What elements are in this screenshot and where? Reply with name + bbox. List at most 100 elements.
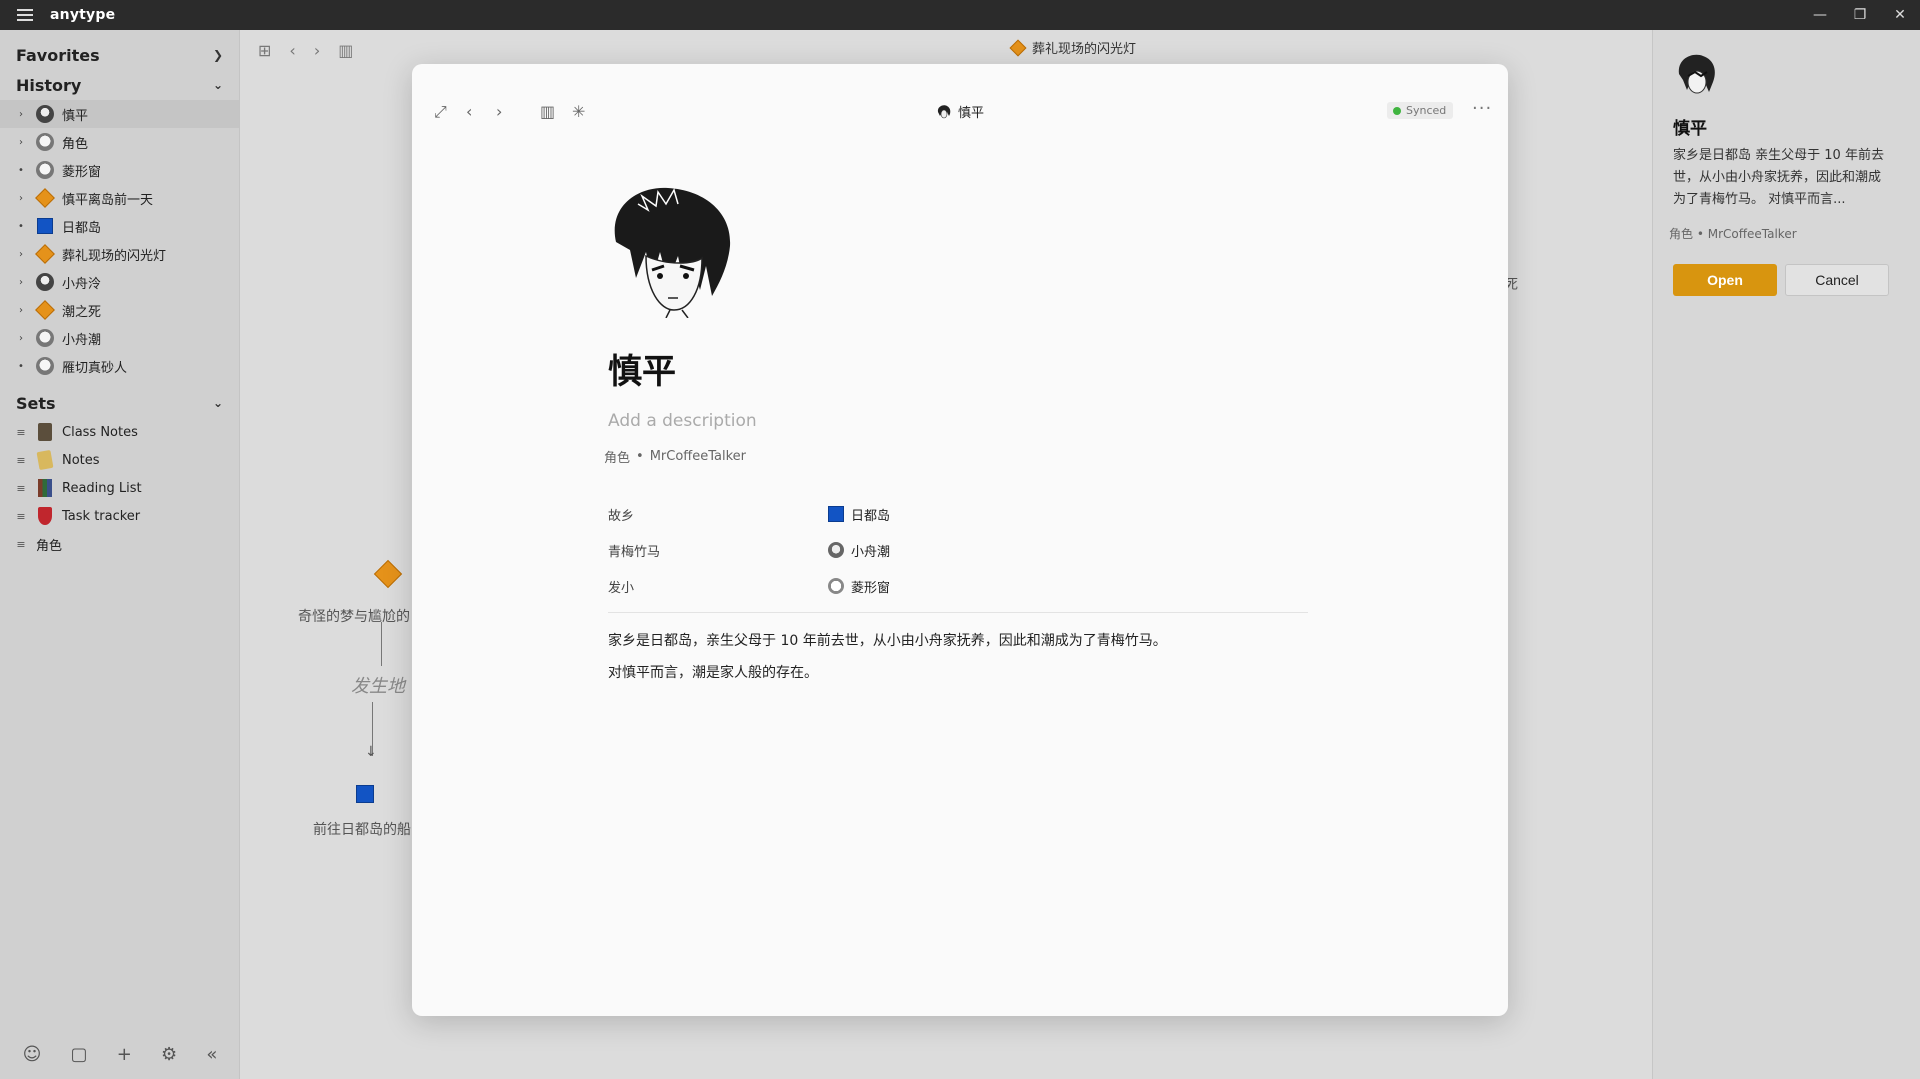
graph-edge-label: 发生地 xyxy=(351,676,405,697)
set-item-label: 角色 xyxy=(36,538,63,554)
toggle-icon[interactable]: › xyxy=(14,109,28,120)
graph-node-label: 前往日都岛的船 xyxy=(313,822,411,838)
relation-key: 故乡 xyxy=(608,508,635,524)
sidebar: Favorites ❯ History ⌄ › 慎平 › 角色 • 菱形窗 › 慎平离岛… xyxy=(0,30,240,1079)
note-icon xyxy=(36,449,54,471)
body-paragraph[interactable]: 家乡是日都岛，亲生父母于 10 年前去世，从小由小舟家抚养，因此和潮成为了青梅竹… xyxy=(608,625,1308,657)
graph-node-label: 奇怪的梦与尴尬的 xyxy=(298,609,410,625)
history-item[interactable]: › 小舟泠 xyxy=(0,268,239,296)
separator-dot: • xyxy=(636,449,644,464)
avatar-icon xyxy=(36,329,54,347)
bullet-icon: • xyxy=(18,360,24,372)
history-item[interactable]: • 日都岛 xyxy=(0,212,239,240)
history-item[interactable]: • 雁切真砂人 xyxy=(0,352,239,380)
preview-panel: 慎平 家乡是日都岛 亲生父母于 10 年前去世，从小由小舟家抚养，因此和潮成为了… xyxy=(1652,30,1920,1079)
history-item[interactable]: › 葬礼现场的闪光灯 xyxy=(0,240,239,268)
graph-node-square[interactable] xyxy=(356,785,374,803)
forward-icon[interactable]: › xyxy=(496,102,502,121)
relation-row[interactable]: 发小 菱形窗 xyxy=(608,568,1308,604)
open-button[interactable]: Open xyxy=(1673,264,1777,296)
set-item[interactable]: ≡ Notes xyxy=(0,446,239,474)
relation-key: 青梅竹马 xyxy=(608,544,661,560)
toggle-icon[interactable]: › xyxy=(14,137,28,148)
diamond-icon xyxy=(35,300,55,320)
relation-row[interactable]: 青梅竹马 小舟潮 xyxy=(608,532,1308,568)
store-icon[interactable]: ▢ xyxy=(71,1044,88,1065)
sidebar-toggle-icon[interactable]: ▥ xyxy=(540,102,555,121)
author-name[interactable]: MrCoffeeTalker xyxy=(650,449,746,464)
book-icon xyxy=(38,423,52,441)
avatar-icon xyxy=(36,357,54,375)
toggle-icon[interactable]: › xyxy=(14,305,28,316)
favorites-label: Favorites xyxy=(16,45,100,65)
forward-icon[interactable]: › xyxy=(314,41,320,60)
restore-icon[interactable]: ❐ xyxy=(1840,0,1880,30)
back-icon[interactable]: ‹ xyxy=(466,102,472,121)
more-icon[interactable]: ··· xyxy=(1472,98,1492,119)
bullet-icon: • xyxy=(18,164,24,176)
relation-value[interactable]: 日都岛 xyxy=(828,505,890,524)
relation-value-text: 小舟潮 xyxy=(851,544,891,560)
close-icon[interactable]: ✕ xyxy=(1880,0,1920,30)
description-input[interactable]: Add a description xyxy=(608,411,1308,431)
set-item[interactable]: ≡ Reading List xyxy=(0,474,239,502)
modal-title: 慎平 xyxy=(936,102,984,121)
history-item[interactable]: • 菱形窗 xyxy=(0,156,239,184)
graph-node-diamond[interactable] xyxy=(373,559,403,589)
chevron-down-icon: ⌄ xyxy=(212,78,223,92)
set-item[interactable]: ≡ Class Notes xyxy=(0,418,239,446)
expand-icon[interactable]: ⤢ xyxy=(434,102,447,122)
relation-key: 发小 xyxy=(608,580,635,596)
avatar-icon xyxy=(828,578,844,594)
graph-icon[interactable]: ✳ xyxy=(572,102,585,121)
history-item[interactable]: › 潮之死 xyxy=(0,296,239,324)
page-title[interactable]: 慎平 xyxy=(608,344,1308,393)
plus-icon[interactable]: + xyxy=(117,1044,132,1065)
history-section-header[interactable]: History ⌄ xyxy=(0,70,239,100)
sync-status-badge[interactable]: Synced xyxy=(1387,102,1454,119)
page-content: 慎平 Add a description 角色 • MrCoffeeTalker… xyxy=(604,186,1308,689)
toggle-icon[interactable]: › xyxy=(14,333,28,344)
profile-icon[interactable]: ☺ xyxy=(23,1044,42,1065)
history-item-label: 潮之死 xyxy=(62,304,102,320)
avatar-icon xyxy=(36,105,54,123)
set-item[interactable]: ≡ Task tracker xyxy=(0,502,239,530)
relation-value[interactable]: 菱形窗 xyxy=(828,577,890,596)
modal-title-text: 慎平 xyxy=(958,106,985,121)
body-paragraph[interactable]: 对慎平而言，潮是家人般的存在。 xyxy=(608,657,1308,689)
sets-section-header[interactable]: Sets ⌄ xyxy=(0,388,239,418)
toggle-icon[interactable]: › xyxy=(14,249,28,260)
window-controls: — ❐ ✕ xyxy=(1800,0,1920,30)
toggle-icon[interactable]: › xyxy=(14,277,28,288)
relation-row[interactable]: 故乡 日都岛 xyxy=(608,496,1308,532)
cancel-button[interactable]: Cancel xyxy=(1785,264,1889,296)
page-icon-portrait[interactable] xyxy=(608,186,736,319)
history-item[interactable]: › 慎平离岛前一天 xyxy=(0,184,239,212)
avatar-icon xyxy=(36,273,54,291)
breadcrumb-title: 葬礼现场的闪光灯 xyxy=(1032,42,1137,57)
object-type[interactable]: 角色 xyxy=(604,447,630,466)
modal-toolbar: ⤢ ‹ › ▥ ✳ 慎平 Synced ··· xyxy=(412,64,1508,160)
graph-icon[interactable]: ⊞ xyxy=(258,41,271,60)
minimize-icon[interactable]: — xyxy=(1800,0,1840,30)
sidebar-toggle-icon[interactable]: ▥ xyxy=(338,41,353,60)
history-item[interactable]: › 小舟潮 xyxy=(0,324,239,352)
page-meta: 角色 • MrCoffeeTalker xyxy=(604,447,1308,466)
relation-value-text: 日都岛 xyxy=(851,508,891,524)
relation-value[interactable]: 小舟潮 xyxy=(828,541,890,560)
menu-button[interactable] xyxy=(0,0,50,30)
history-item[interactable]: › 角色 xyxy=(0,128,239,156)
back-icon[interactable]: ‹ xyxy=(289,41,295,60)
breadcrumb[interactable]: 葬礼现场的闪光灯 xyxy=(1009,38,1137,57)
page-body[interactable]: 家乡是日都岛，亲生父母于 10 年前去世，从小由小舟家抚养，因此和潮成为了青梅竹… xyxy=(608,625,1308,689)
toggle-icon[interactable]: › xyxy=(14,193,28,204)
set-item[interactable]: ≡ 角色 xyxy=(0,530,239,558)
diamond-icon xyxy=(35,244,55,264)
gear-icon[interactable]: ⚙ xyxy=(161,1044,177,1065)
graph-edge-line xyxy=(381,622,382,666)
set-item-label: Reading List xyxy=(62,480,142,496)
collapse-icon[interactable]: « xyxy=(206,1044,217,1065)
favorites-section-header[interactable]: Favorites ❯ xyxy=(0,40,239,70)
avatar-icon xyxy=(1678,54,1715,94)
history-item[interactable]: › 慎平 xyxy=(0,100,239,128)
